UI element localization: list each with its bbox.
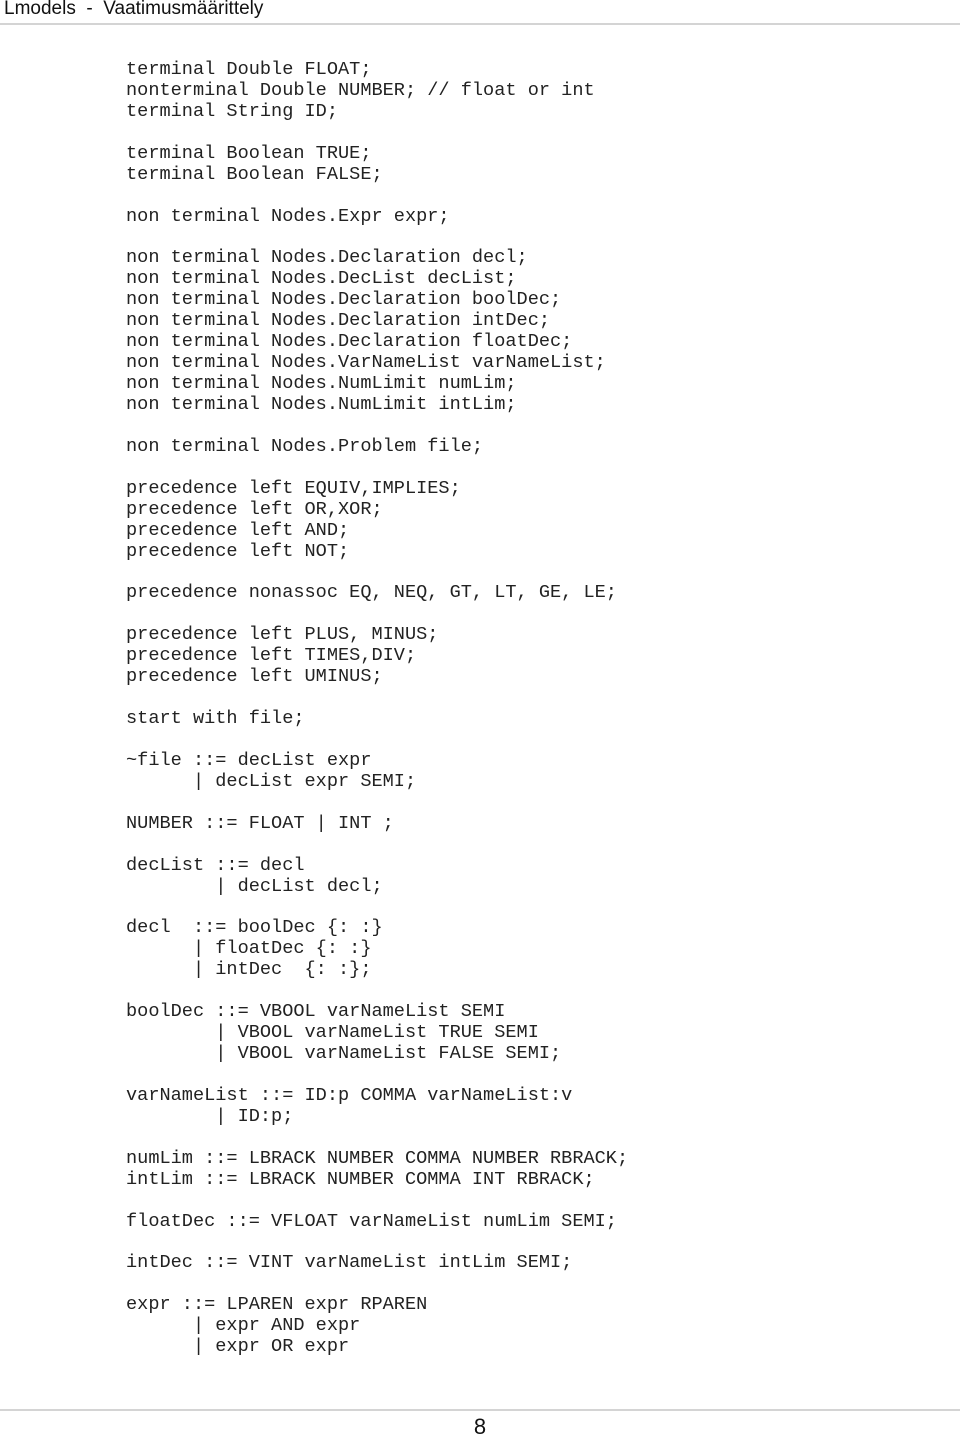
code-line: | VBOOL varNameList TRUE SEMI	[126, 1022, 539, 1044]
code-line: non terminal Nodes.Declaration intDec;	[126, 310, 551, 332]
code-line: precedence nonassoc EQ, NEQ, GT, LT, GE,…	[126, 582, 617, 604]
code-line: | decList expr SEMI;	[126, 770, 417, 792]
code-line: | expr AND expr	[126, 1315, 361, 1337]
code-line: | expr OR expr	[126, 1336, 350, 1358]
code-line: intLim ::= LBRACK NUMBER COMMA INT RBRAC…	[126, 1168, 595, 1190]
grammar-code-block: terminal Double FLOAT; nonterminal Double…	[126, 59, 629, 1358]
code-line: NUMBER ::= FLOAT | INT ;	[126, 812, 394, 834]
code-line: non terminal Nodes.NumLimit intLim;	[126, 394, 517, 415]
code-line: varNameList ::= ID:p COMMA varNameList:v	[126, 1084, 573, 1106]
code-line: precedence left PLUS, MINUS;	[126, 624, 439, 646]
code-line: precedence left NOT;	[126, 540, 350, 562]
code-line: intDec ::= VINT varNameList intLim SEMI;	[126, 1252, 573, 1274]
code-line: non terminal Nodes.Problem file;	[126, 435, 484, 457]
page-header: Lmodels - Vaatimusmäärittely	[0, 0, 960, 26]
code-line: decl ::= boolDec {: :}	[126, 917, 383, 939]
code-line: non terminal Nodes.DecList decList;	[126, 268, 517, 290]
document-title: Lmodels - Vaatimusmäärittely	[4, 0, 264, 19]
code-line: terminal String ID;	[126, 100, 339, 122]
code-line: decList ::= decl	[126, 854, 305, 876]
code-line: non terminal Nodes.NumLimit numLim;	[126, 373, 517, 395]
code-line: non terminal Nodes.Declaration boolDec;	[126, 289, 562, 311]
code-line: terminal Double FLOAT;	[126, 59, 372, 80]
code-line: terminal Boolean FALSE;	[126, 163, 383, 185]
code-line: non terminal Nodes.VarNameList varNameLi…	[126, 352, 606, 374]
code-line: numLim ::= LBRACK NUMBER COMMA NUMBER RB…	[126, 1147, 629, 1169]
page-number: 8	[473, 1414, 487, 1439]
code-line: | decList decl;	[126, 875, 383, 897]
code-line: floatDec ::= VFLOAT varNameList numLim S…	[126, 1210, 617, 1232]
code-line: precedence left OR,XOR;	[126, 498, 383, 520]
code-line: non terminal Nodes.Declaration decl;	[126, 247, 528, 269]
code-line: precedence left EQUIV,IMPLIES;	[126, 477, 461, 499]
code-line: non terminal Nodes.Expr expr;	[126, 205, 450, 227]
code-line: ~file ::= decList expr	[126, 749, 372, 771]
code-line: precedence left AND;	[126, 519, 350, 541]
code-line: nonterminal Double NUMBER; // float or i…	[126, 79, 595, 101]
code-line: start with file;	[126, 708, 305, 730]
code-line: | ID:p;	[126, 1105, 294, 1127]
code-line: boolDec ::= VBOOL varNameList SEMI	[126, 1001, 506, 1023]
footer-divider	[0, 1409, 960, 1411]
code-line: | VBOOL varNameList FALSE SEMI;	[126, 1043, 562, 1065]
code-line: precedence left TIMES,DIV;	[126, 645, 417, 667]
header-divider	[0, 23, 960, 25]
code-line: | floatDec {: :}	[126, 938, 372, 960]
code-line: non terminal Nodes.Declaration floatDec;	[126, 331, 573, 353]
code-line: | intDec {: :};	[126, 959, 372, 981]
code-line: precedence left UMINUS;	[126, 666, 383, 688]
code-line: expr ::= LPAREN expr RPAREN	[126, 1294, 428, 1316]
code-line: terminal Boolean TRUE;	[126, 142, 372, 164]
